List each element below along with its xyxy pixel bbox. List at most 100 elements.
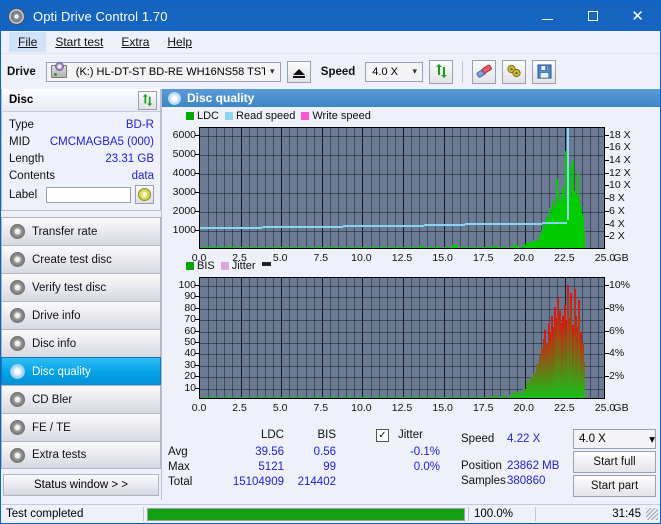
samples-value: 380860 bbox=[507, 475, 546, 487]
close-button[interactable]: ✕ bbox=[615, 1, 660, 31]
tick-mark bbox=[605, 236, 609, 238]
menu-file[interactable]: File bbox=[9, 32, 47, 52]
gridline bbox=[435, 128, 436, 248]
tick-mark bbox=[195, 330, 199, 332]
disc-contents-value: data bbox=[131, 169, 154, 182]
y-axis-tick-right: 12 X bbox=[609, 166, 631, 179]
maximize-button[interactable] bbox=[570, 1, 615, 31]
menu-start-test[interactable]: Start test bbox=[46, 32, 112, 52]
tick-mark bbox=[195, 307, 199, 309]
drive-select[interactable]: (K:) HL-DT-ST BD-RE WH16NS58 TST4 ▾ bbox=[45, 61, 281, 82]
sidebar-item-transfer-rate[interactable]: Transfer rate bbox=[1, 217, 161, 245]
samples-label: Samples bbox=[461, 475, 506, 487]
y-axis-tick-left: 6000 bbox=[172, 128, 196, 141]
status-window-button[interactable]: Status window > > bbox=[3, 474, 159, 496]
gridline bbox=[330, 278, 331, 398]
start-part-button[interactable]: Start part bbox=[573, 475, 656, 497]
menu-extra[interactable]: Extra bbox=[112, 32, 158, 52]
eject-button[interactable] bbox=[286, 60, 311, 83]
tick-mark bbox=[195, 191, 199, 193]
legend-marker bbox=[261, 261, 271, 271]
data-bar bbox=[492, 246, 498, 248]
menu-help[interactable]: Help bbox=[158, 32, 201, 52]
data-bar bbox=[338, 397, 344, 398]
data-bar bbox=[427, 247, 433, 248]
disc-label-input[interactable] bbox=[46, 186, 131, 203]
legend-label: LDC bbox=[197, 110, 220, 122]
disc-length-value: 23.31 GB bbox=[105, 152, 154, 165]
data-bar bbox=[411, 247, 417, 248]
disc-label-button[interactable] bbox=[135, 185, 154, 204]
sidebar-item-label: CD Bler bbox=[32, 393, 73, 406]
sidebar-item-extra-tests[interactable]: Extra tests bbox=[1, 441, 161, 469]
speed-select[interactable]: 4.0 X ▾ bbox=[365, 61, 424, 82]
gridline bbox=[492, 278, 493, 398]
gridline bbox=[411, 128, 412, 248]
gridline bbox=[371, 278, 372, 398]
resize-grip[interactable] bbox=[646, 508, 658, 520]
y-axis-tick-left: 80 bbox=[184, 301, 196, 314]
stats-avg-bis: 0.56 bbox=[313, 446, 336, 458]
data-bar bbox=[289, 247, 295, 248]
sidebar-item-fe-te[interactable]: FE / TE bbox=[1, 413, 161, 441]
toolbar-separator bbox=[462, 60, 464, 83]
result-speed-select[interactable]: 4.0 X ▾ bbox=[573, 429, 656, 449]
gridline bbox=[590, 278, 591, 398]
gridline bbox=[509, 128, 510, 248]
tools-button[interactable] bbox=[502, 59, 527, 84]
sidebar-item-create-test-disc[interactable]: Create test disc bbox=[1, 245, 161, 273]
disc-row-length: Length 23.31 GB bbox=[9, 150, 154, 167]
start-full-button[interactable]: Start full bbox=[573, 451, 656, 473]
tools-icon bbox=[507, 64, 521, 78]
save-button[interactable] bbox=[532, 59, 557, 84]
data-bar bbox=[444, 247, 450, 248]
gridline bbox=[200, 193, 604, 194]
tick-mark bbox=[195, 296, 199, 298]
tick-mark bbox=[605, 185, 609, 187]
refresh-button[interactable] bbox=[429, 59, 454, 84]
data-bar bbox=[427, 397, 433, 398]
data-bar bbox=[346, 247, 352, 248]
data-bar bbox=[330, 247, 336, 248]
gridline bbox=[289, 278, 290, 398]
data-bar bbox=[322, 247, 328, 248]
gridline bbox=[460, 278, 461, 398]
jitter-checkbox[interactable]: ✓ bbox=[376, 429, 389, 442]
gridline bbox=[371, 128, 372, 248]
minimize-button[interactable] bbox=[525, 1, 570, 31]
gridline bbox=[224, 278, 225, 398]
sidebar-item-cd-bler[interactable]: CD Bler bbox=[1, 385, 161, 413]
x-axis-tick: 2.5 bbox=[232, 252, 247, 264]
sidebar-item-drive-info[interactable]: Drive info bbox=[1, 301, 161, 329]
gridline bbox=[509, 278, 510, 398]
sidebar-item-disc-info[interactable]: Disc info bbox=[1, 329, 161, 357]
sidebar-item-disc-quality[interactable]: Disc quality bbox=[1, 357, 161, 385]
bis-chart-plot-area bbox=[199, 277, 605, 399]
data-bar bbox=[371, 397, 377, 398]
data-bar bbox=[338, 247, 344, 248]
data-bar bbox=[241, 247, 247, 248]
data-bar bbox=[208, 397, 214, 398]
gridline bbox=[200, 174, 604, 175]
data-bar bbox=[395, 247, 401, 248]
y-axis-tick-right: 4 X bbox=[609, 217, 625, 230]
tick-mark bbox=[195, 284, 199, 286]
tick-mark bbox=[195, 172, 199, 174]
stats-row-label-avg: Avg bbox=[168, 446, 188, 458]
eraser-button[interactable] bbox=[472, 59, 497, 84]
data-bar bbox=[219, 247, 225, 248]
y-axis-tick-left: 40 bbox=[184, 347, 196, 360]
data-bar bbox=[289, 397, 295, 398]
disc-refresh-button[interactable] bbox=[138, 90, 157, 110]
sidebar-item-verify-test-disc[interactable]: Verify test disc bbox=[1, 273, 161, 301]
stats-total-bis: 214402 bbox=[297, 476, 336, 488]
y-axis-tick-right: 4% bbox=[609, 347, 625, 360]
disc-icon bbox=[10, 336, 25, 351]
gridline bbox=[598, 128, 599, 248]
x-axis-tick: 0.0 bbox=[191, 402, 207, 414]
data-bar bbox=[492, 396, 498, 398]
disc-label-label: Label bbox=[9, 188, 38, 201]
gridline bbox=[265, 128, 266, 248]
y-axis-tick-left: 1000 bbox=[172, 223, 196, 236]
data-bar bbox=[419, 397, 425, 398]
